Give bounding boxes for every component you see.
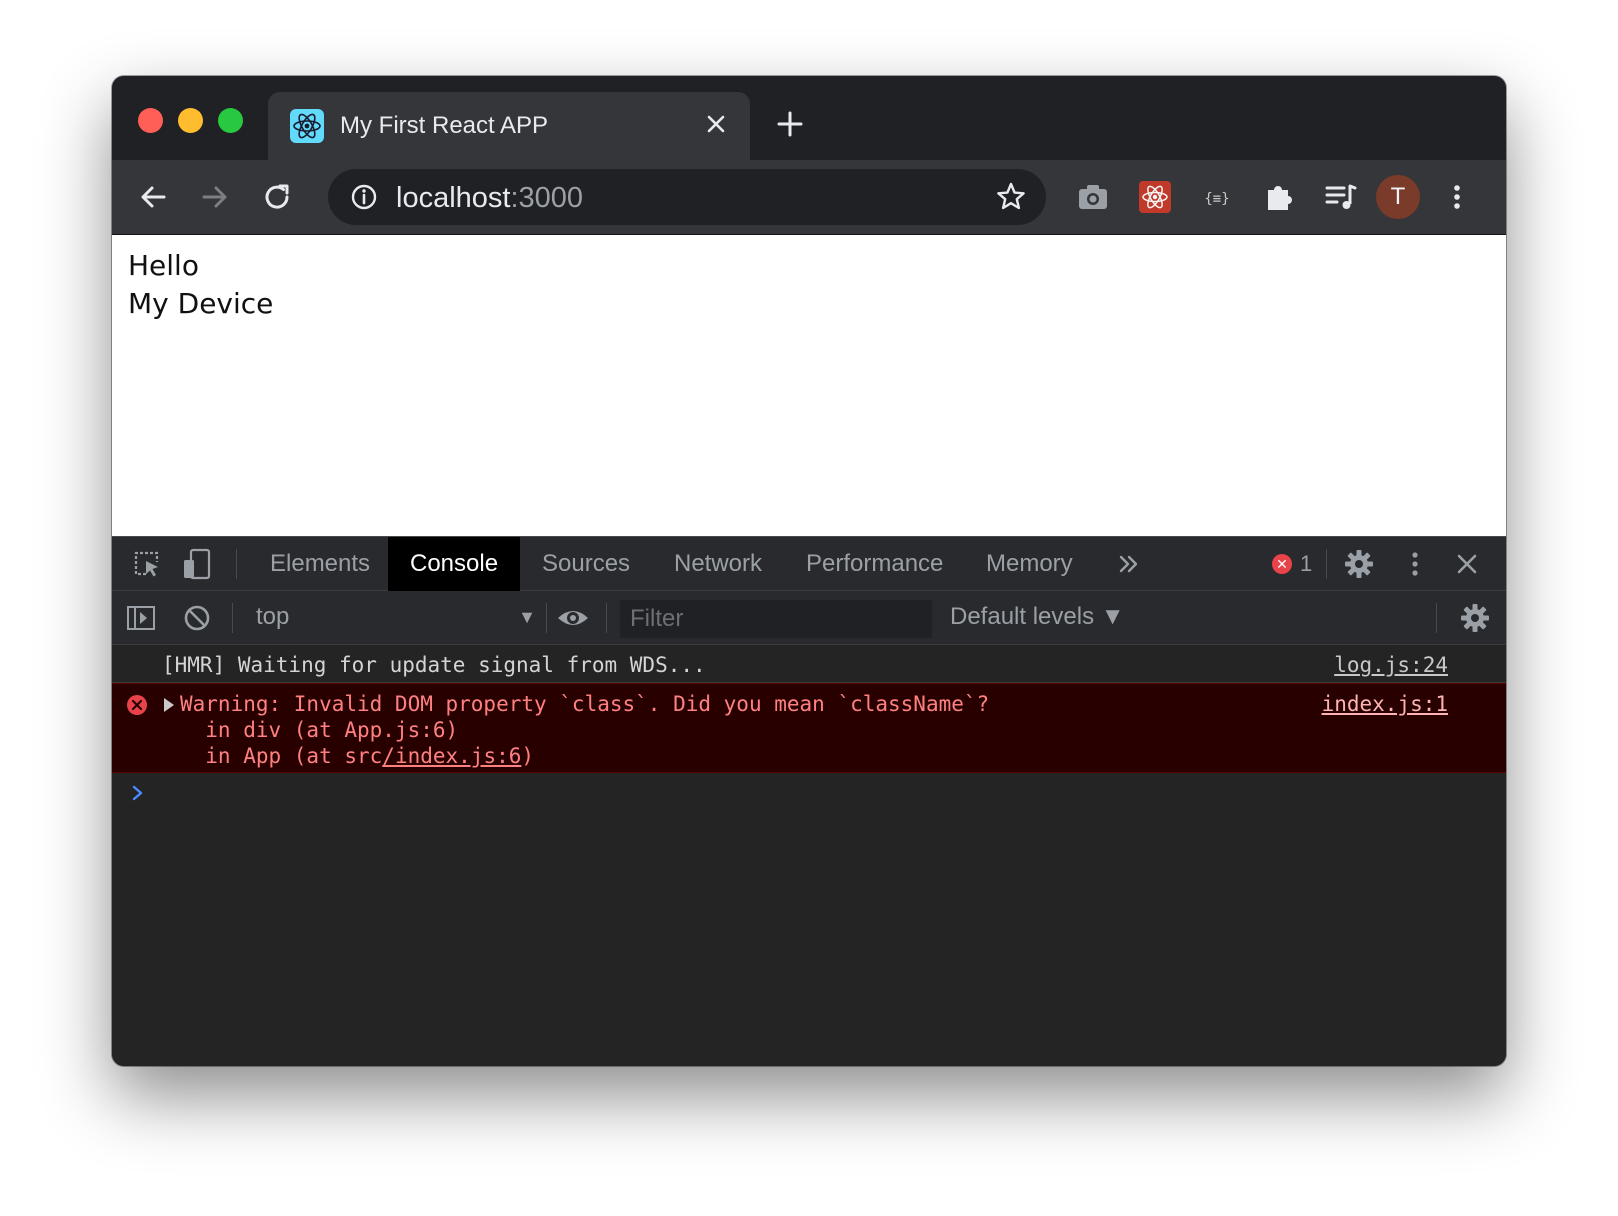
site-info-icon[interactable] <box>350 183 378 211</box>
url-text: localhost:3000 <box>396 182 584 214</box>
clear-console-icon[interactable] <box>180 601 214 635</box>
page-text-line: My Device <box>128 287 274 320</box>
react-devtools-extension-icon[interactable] <box>1136 178 1174 216</box>
error-badge-icon: ✕ <box>1272 554 1292 574</box>
error-counter[interactable]: ✕ 1 <box>1272 551 1312 577</box>
console-toolbar: top ▼ Default levels ▼ <box>112 591 1506 645</box>
devtools-kebab-menu-icon[interactable] <box>1398 547 1432 581</box>
back-arrow-icon[interactable] <box>134 178 172 216</box>
devtools-tab-bar: Elements Console Sources Network Perform… <box>112 537 1506 591</box>
toolbar-divider <box>1326 549 1327 579</box>
svg-text:{≡}: {≡} <box>1204 191 1229 207</box>
extensions-puzzle-icon[interactable] <box>1260 178 1298 216</box>
inspect-element-icon[interactable] <box>130 547 164 581</box>
media-queue-icon[interactable] <box>1322 178 1360 216</box>
page-viewport: Hello My Device <box>112 234 1506 536</box>
kebab-menu-icon[interactable] <box>1438 178 1476 216</box>
minimize-window-button[interactable] <box>178 108 203 133</box>
tab-sources[interactable]: Sources <box>520 537 652 591</box>
tab-console[interactable]: Console <box>388 537 521 591</box>
close-window-button[interactable] <box>138 108 163 133</box>
filter-input[interactable] <box>620 600 932 638</box>
json-formatter-extension-icon[interactable]: {≡} <box>1198 178 1236 216</box>
bookmark-star-icon[interactable] <box>994 180 1028 214</box>
error-circle-icon <box>126 694 148 716</box>
stack-source-link[interactable]: /index.js:6 <box>382 744 521 768</box>
stack-frame: in App (at src/index.js:6) <box>180 744 535 768</box>
dropdown-arrow-icon: ▼ <box>518 607 536 627</box>
browser-toolbar: localhost:3000 {≡} T <box>112 160 1506 234</box>
tab-memory[interactable]: Memory <box>964 537 1095 591</box>
page-text-line: Hello <box>128 249 199 282</box>
device-toolbar-icon[interactable] <box>180 547 214 581</box>
tab-title: My First React APP <box>340 112 549 139</box>
browser-tab[interactable]: My First React APP <box>268 92 750 160</box>
tab-performance[interactable]: Performance <box>784 537 965 591</box>
profile-avatar[interactable]: T <box>1376 175 1420 219</box>
live-expression-eye-icon[interactable] <box>556 601 590 635</box>
react-favicon-icon <box>290 109 324 143</box>
error-text: Warning: Invalid DOM property `class`. D… <box>180 692 990 716</box>
forward-arrow-icon[interactable] <box>196 178 234 216</box>
show-sidebar-icon[interactable] <box>124 601 158 635</box>
console-error-message: Warning: Invalid DOM property `class`. D… <box>112 683 1506 773</box>
console-prompt-chevron-icon[interactable] <box>128 783 148 803</box>
log-levels-select[interactable]: Default levels ▼ <box>950 603 1125 631</box>
tab-strip: My First React APP <box>112 76 1506 160</box>
log-text: [HMR] Waiting for update signal from WDS… <box>162 653 706 677</box>
browser-window: My First React APP localhost:3000 {≡} T … <box>112 76 1506 1066</box>
close-tab-icon[interactable] <box>700 108 732 140</box>
reload-icon[interactable] <box>258 178 296 216</box>
context-select[interactable]: top ▼ <box>256 603 536 633</box>
toolbar-divider <box>606 603 607 633</box>
address-bar[interactable]: localhost:3000 <box>328 169 1046 225</box>
new-tab-icon[interactable] <box>772 106 808 142</box>
devtools-panel: Elements Console Sources Network Perform… <box>112 536 1506 1066</box>
toolbar-divider <box>232 603 233 633</box>
expand-triangle-icon[interactable] <box>164 698 174 712</box>
source-link[interactable]: index.js:1 <box>1322 692 1448 716</box>
console-settings-gear-icon[interactable] <box>1458 601 1492 635</box>
maximize-window-button[interactable] <box>218 108 243 133</box>
console-info-message: [HMR] Waiting for update signal from WDS… <box>112 645 1506 683</box>
close-devtools-icon[interactable] <box>1450 547 1484 581</box>
camera-extension-icon[interactable] <box>1074 178 1112 216</box>
more-tabs-chevron-icon[interactable] <box>1112 547 1146 581</box>
tab-network[interactable]: Network <box>652 537 784 591</box>
toolbar-divider <box>546 603 547 633</box>
toolbar-divider <box>236 549 237 579</box>
toolbar-divider <box>1436 603 1437 633</box>
stack-frame: in div (at App.js:6) <box>180 718 459 742</box>
settings-gear-icon[interactable] <box>1342 547 1376 581</box>
tab-elements[interactable]: Elements <box>248 537 392 591</box>
source-link[interactable]: log.js:24 <box>1334 653 1448 677</box>
